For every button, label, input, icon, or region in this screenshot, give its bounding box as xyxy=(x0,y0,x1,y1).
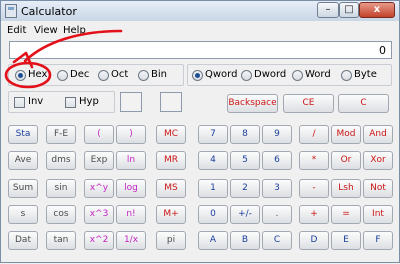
key-4-2[interactable]: x^2 xyxy=(84,231,114,250)
key-1-7[interactable]: 6 xyxy=(262,151,292,170)
key-1-8[interactable]: * xyxy=(299,151,329,170)
key-3-8[interactable]: + xyxy=(299,205,329,224)
key-0-5[interactable]: 7 xyxy=(198,125,228,144)
key-0-7[interactable]: 9 xyxy=(262,125,292,144)
key-0-10[interactable]: And xyxy=(363,125,393,144)
key-1-2[interactable]: Exp xyxy=(84,151,114,170)
key-2-9[interactable]: Lsh xyxy=(331,179,361,198)
window-title: Calculator xyxy=(21,5,77,18)
key-1-6[interactable]: 5 xyxy=(230,151,260,170)
key-4-7[interactable]: C xyxy=(262,231,292,250)
key-4-8[interactable]: D xyxy=(299,231,329,250)
radio-qword[interactable] xyxy=(192,70,203,81)
close-button[interactable]: x xyxy=(359,2,395,18)
menu-edit[interactable]: Edit xyxy=(7,25,26,36)
key-4-5[interactable]: A xyxy=(198,231,228,250)
key-4-9[interactable]: E xyxy=(331,231,361,250)
key-2-7[interactable]: 3 xyxy=(262,179,292,198)
key-4-3[interactable]: 1/x xyxy=(116,231,146,250)
key-3-0[interactable]: s xyxy=(8,205,38,224)
key-3-3[interactable]: n! xyxy=(116,205,146,224)
radio-oct[interactable] xyxy=(98,70,109,81)
parenthesis-indicator xyxy=(120,92,142,112)
key-0-3[interactable]: ) xyxy=(116,125,146,144)
radio-dword[interactable] xyxy=(241,70,252,81)
radio-dec-label: Dec xyxy=(70,69,90,80)
key-2-10[interactable]: Not xyxy=(363,179,393,198)
backspace-button[interactable]: Backspace xyxy=(227,94,278,113)
key-2-2[interactable]: x^y xyxy=(84,179,114,198)
radio-bin-label: Bin xyxy=(151,69,167,80)
key-1-0[interactable]: Ave xyxy=(8,151,38,170)
radio-word[interactable] xyxy=(292,70,303,81)
radio-hex[interactable] xyxy=(15,70,26,81)
menu-view[interactable]: View xyxy=(34,25,58,36)
key-3-10[interactable]: Int xyxy=(363,205,393,224)
menu-bar: Edit View Help xyxy=(1,21,399,39)
title-bar[interactable]: Calculator – □ x xyxy=(1,1,399,21)
key-3-6[interactable]: +/- xyxy=(230,205,260,224)
key-1-1[interactable]: dms xyxy=(46,151,76,170)
radio-oct-label: Oct xyxy=(111,69,129,80)
result-display[interactable]: 0 xyxy=(9,41,392,59)
key-3-1[interactable]: cos xyxy=(46,205,76,224)
key-4-1[interactable]: tan xyxy=(46,231,76,250)
key-2-1[interactable]: sin xyxy=(46,179,76,198)
key-1-5[interactable]: 4 xyxy=(198,151,228,170)
minimize-button[interactable]: – xyxy=(317,2,339,18)
key-1-3[interactable]: ln xyxy=(116,151,146,170)
key-3-2[interactable]: x^3 xyxy=(84,205,114,224)
memory-indicator xyxy=(160,92,182,112)
radio-bin[interactable] xyxy=(138,70,149,81)
key-0-6[interactable]: 8 xyxy=(230,125,260,144)
inv-label: Inv xyxy=(28,96,44,107)
key-3-4[interactable]: M+ xyxy=(156,205,186,224)
key-2-0[interactable]: Sum xyxy=(8,179,38,198)
calculator-window: Calculator – □ x Edit View Help 0 Hex De… xyxy=(0,0,400,263)
radio-word-label: Word xyxy=(305,69,331,80)
key-4-0[interactable]: Dat xyxy=(8,231,38,250)
key-4-6[interactable]: B xyxy=(230,231,260,250)
key-0-4[interactable]: MC xyxy=(156,125,186,144)
key-1-4[interactable]: MR xyxy=(156,151,186,170)
calculator-icon xyxy=(5,4,17,18)
key-4-10[interactable]: F xyxy=(363,231,393,250)
key-2-8[interactable]: - xyxy=(299,179,329,198)
display-value: 0 xyxy=(379,44,386,57)
key-0-0[interactable]: Sta xyxy=(8,125,38,144)
key-0-1[interactable]: F-E xyxy=(46,125,76,144)
maximize-button[interactable]: □ xyxy=(339,2,359,18)
key-1-9[interactable]: Or xyxy=(331,151,361,170)
key-3-9[interactable]: = xyxy=(331,205,361,224)
clear-entry-button[interactable]: CE xyxy=(283,94,334,113)
key-2-3[interactable]: log xyxy=(116,179,146,198)
key-3-7[interactable]: . xyxy=(262,205,292,224)
key-2-5[interactable]: 1 xyxy=(198,179,228,198)
hyp-checkbox[interactable] xyxy=(65,97,76,108)
radio-dword-label: Dword xyxy=(254,69,287,80)
clear-button[interactable]: C xyxy=(338,94,389,113)
radio-byte-label: Byte xyxy=(354,69,377,80)
key-0-9[interactable]: Mod xyxy=(331,125,361,144)
key-4-4[interactable]: pi xyxy=(156,231,186,250)
key-0-2[interactable]: ( xyxy=(84,125,114,144)
inv-checkbox[interactable] xyxy=(14,97,25,108)
key-1-10[interactable]: Xor xyxy=(363,151,393,170)
radio-qword-label: Qword xyxy=(205,69,238,80)
key-0-8[interactable]: / xyxy=(299,125,329,144)
radio-dec[interactable] xyxy=(57,70,68,81)
key-2-4[interactable]: MS xyxy=(156,179,186,198)
radio-byte[interactable] xyxy=(341,70,352,81)
radio-hex-label: Hex xyxy=(28,69,48,80)
key-3-5[interactable]: 0 xyxy=(198,205,228,224)
menu-help[interactable]: Help xyxy=(63,25,86,36)
hyp-label: Hyp xyxy=(79,96,99,107)
key-2-6[interactable]: 2 xyxy=(230,179,260,198)
